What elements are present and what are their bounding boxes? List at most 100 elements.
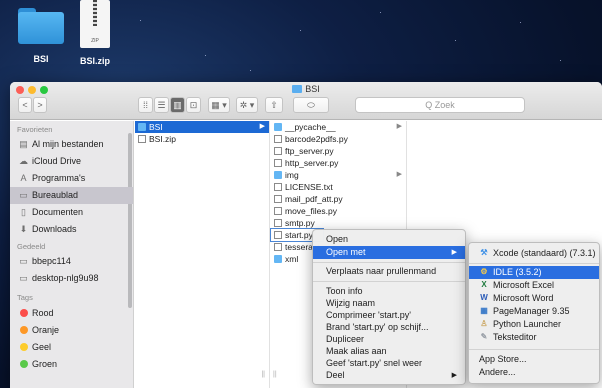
menu-separator bbox=[469, 263, 599, 264]
context-menu: Open Open met ▶ Verplaats naar prullenman… bbox=[312, 229, 466, 385]
forward-button[interactable]: > bbox=[33, 97, 47, 113]
submenu-arrow-icon: ▶ bbox=[451, 249, 457, 256]
zip-badge: ZIP bbox=[91, 38, 99, 44]
desktop-icon: ▭ bbox=[19, 190, 28, 200]
cloud-icon: ☁ bbox=[19, 156, 28, 166]
submenu-arrow-icon: ▶ bbox=[451, 372, 457, 379]
list-item[interactable]: BSI ▶ bbox=[135, 121, 269, 133]
menu-item-word[interactable]: W Microsoft Word bbox=[469, 292, 599, 305]
list-item[interactable]: LICENSE.txt bbox=[271, 181, 406, 193]
open-with-submenu: ⚒ Xcode (standaard) (7.3.1) ⚙ IDLE (3.5.2)… bbox=[468, 242, 600, 384]
list-item[interactable]: mail_pdf_att.py bbox=[271, 193, 406, 205]
file-icon bbox=[274, 243, 282, 251]
sidebar-item-applications[interactable]: A Programma's bbox=[10, 170, 133, 187]
sidebar-tag-red[interactable]: Rood bbox=[10, 305, 133, 322]
folder-icon bbox=[292, 85, 303, 93]
menu-item-other[interactable]: Andere... bbox=[469, 366, 599, 379]
list-item[interactable]: http_server.py bbox=[271, 157, 406, 169]
share-button[interactable]: ⇧ bbox=[265, 97, 283, 113]
view-gallery-button[interactable]: ⊡ bbox=[186, 97, 201, 113]
sidebar-item-desktop[interactable]: ▭ Bureaublad bbox=[10, 187, 133, 204]
menu-item-xcode[interactable]: ⚒ Xcode (standaard) (7.3.1) bbox=[469, 247, 599, 260]
python-file-icon bbox=[274, 195, 282, 203]
menu-item-open[interactable]: Open bbox=[313, 233, 465, 246]
folder-icon bbox=[138, 123, 146, 131]
menu-separator bbox=[313, 281, 465, 282]
tag-dot-icon bbox=[20, 360, 28, 368]
computer-icon: ▭ bbox=[19, 256, 28, 266]
sidebar-item-icloud-drive[interactable]: ☁ iCloud Drive bbox=[10, 153, 133, 170]
list-item[interactable]: smtp.py bbox=[271, 217, 406, 229]
menu-item-move-to-trash[interactable]: Verplaats naar prullenmand bbox=[313, 265, 465, 278]
list-item[interactable]: barcode2pdfs.py bbox=[271, 133, 406, 145]
documents-icon: ▯ bbox=[21, 207, 26, 217]
folder-icon bbox=[18, 8, 64, 44]
python-file-icon bbox=[274, 159, 282, 167]
chevron-right-icon: ▶ bbox=[259, 123, 265, 130]
sidebar-section-favorites: Favorieten bbox=[17, 125, 53, 134]
sidebar-tag-green[interactable]: Groen bbox=[10, 356, 133, 373]
desktop-item-label: BSI bbox=[33, 54, 49, 64]
tag-dot-icon bbox=[20, 326, 28, 334]
idle-icon: ⚙ bbox=[480, 267, 488, 276]
title-bar: BSI < > ⁞⁞ ☰ ▥ ⊡ ▦ ▾ ✲ ▾ ⇧ ⬭ Q Zoek bbox=[10, 82, 602, 120]
sidebar-tag-orange[interactable]: Oranje bbox=[10, 322, 133, 339]
group-button[interactable]: ▦ ▾ bbox=[208, 97, 230, 113]
python-file-icon bbox=[274, 231, 282, 239]
back-button[interactable]: < bbox=[18, 97, 32, 113]
menu-item-idle[interactable]: ⚙ IDLE (3.5.2) bbox=[469, 266, 599, 279]
desktop-item-label: BSI.zip bbox=[79, 56, 110, 66]
chevron-right-icon: ▶ bbox=[396, 171, 402, 178]
sidebar-item-desktop-nlg9u98[interactable]: ▭ desktop-nlg9u98 bbox=[10, 270, 133, 287]
search-field[interactable]: Q Zoek bbox=[355, 97, 525, 113]
list-item[interactable]: ftp_server.py bbox=[271, 145, 406, 157]
computer-icon: ▭ bbox=[19, 273, 28, 283]
menu-item-pagemanager[interactable]: ▦ PageManager 9.35 bbox=[469, 305, 599, 318]
list-item[interactable]: img ▶ bbox=[271, 169, 406, 181]
view-list-button[interactable]: ☰ bbox=[154, 97, 169, 113]
sidebar-item-documents[interactable]: ▯ Documenten bbox=[10, 204, 133, 221]
menu-item-python-launcher[interactable]: ♙ Python Launcher bbox=[469, 318, 599, 331]
tag-dot-icon bbox=[20, 343, 28, 351]
view-icons-button[interactable]: ⁞⁞ bbox=[138, 97, 153, 113]
list-item[interactable]: __pycache__ ▶ bbox=[271, 121, 406, 133]
sidebar-section-tags: Tags bbox=[17, 293, 33, 302]
menu-separator bbox=[469, 349, 599, 350]
menu-item-excel[interactable]: X Microsoft Excel bbox=[469, 279, 599, 292]
word-icon: W bbox=[480, 293, 488, 302]
tag-dot-icon bbox=[20, 309, 28, 317]
downloads-icon: ⬇ bbox=[19, 224, 28, 234]
sidebar: Favorieten ▤ Al mijn bestanden ☁ iCloud Dr… bbox=[10, 121, 134, 388]
menu-item-open-with[interactable]: Open met ▶ bbox=[313, 246, 465, 259]
column-1: BSI ▶ BSI.zip || bbox=[135, 121, 270, 388]
xcode-icon: ⚒ bbox=[480, 248, 488, 257]
list-item[interactable]: move_files.py bbox=[271, 205, 406, 217]
folder-icon bbox=[274, 123, 282, 131]
sidebar-tag-yellow[interactable]: Geel bbox=[10, 339, 133, 356]
column-resize-handle[interactable]: || bbox=[261, 371, 265, 378]
window-title: BSI bbox=[10, 84, 602, 94]
python-launcher-icon: ♙ bbox=[480, 319, 488, 328]
sidebar-item-all-files[interactable]: ▤ Al mijn bestanden bbox=[10, 136, 133, 153]
texteditor-icon: ✎ bbox=[480, 332, 488, 341]
column-resize-handle[interactable]: || bbox=[273, 371, 277, 378]
list-item[interactable]: BSI.zip bbox=[135, 133, 269, 145]
python-file-icon bbox=[274, 147, 282, 155]
folder-icon bbox=[274, 255, 282, 263]
zip-file-icon bbox=[138, 135, 146, 143]
menu-item-share[interactable]: Deel ▶ bbox=[313, 369, 465, 382]
python-file-icon bbox=[274, 207, 282, 215]
text-file-icon bbox=[274, 183, 282, 191]
edit-tags-button[interactable]: ⬭ bbox=[293, 97, 329, 113]
menu-item-app-store[interactable]: App Store... bbox=[469, 353, 599, 366]
zip-file-icon: ZIP bbox=[80, 0, 110, 48]
python-file-icon bbox=[274, 219, 282, 227]
menu-separator bbox=[313, 262, 465, 263]
sidebar-item-downloads[interactable]: ⬇ Downloads bbox=[10, 221, 133, 238]
sidebar-section-shared: Gedeeld bbox=[17, 242, 46, 251]
all-files-icon: ▤ bbox=[19, 139, 28, 149]
menu-item-texteditor[interactable]: ✎ Teksteditor bbox=[469, 331, 599, 344]
sidebar-item-bbepc114[interactable]: ▭ bbepc114 bbox=[10, 253, 133, 270]
view-columns-button[interactable]: ▥ bbox=[170, 97, 185, 113]
action-gear-button[interactable]: ✲ ▾ bbox=[236, 97, 258, 113]
